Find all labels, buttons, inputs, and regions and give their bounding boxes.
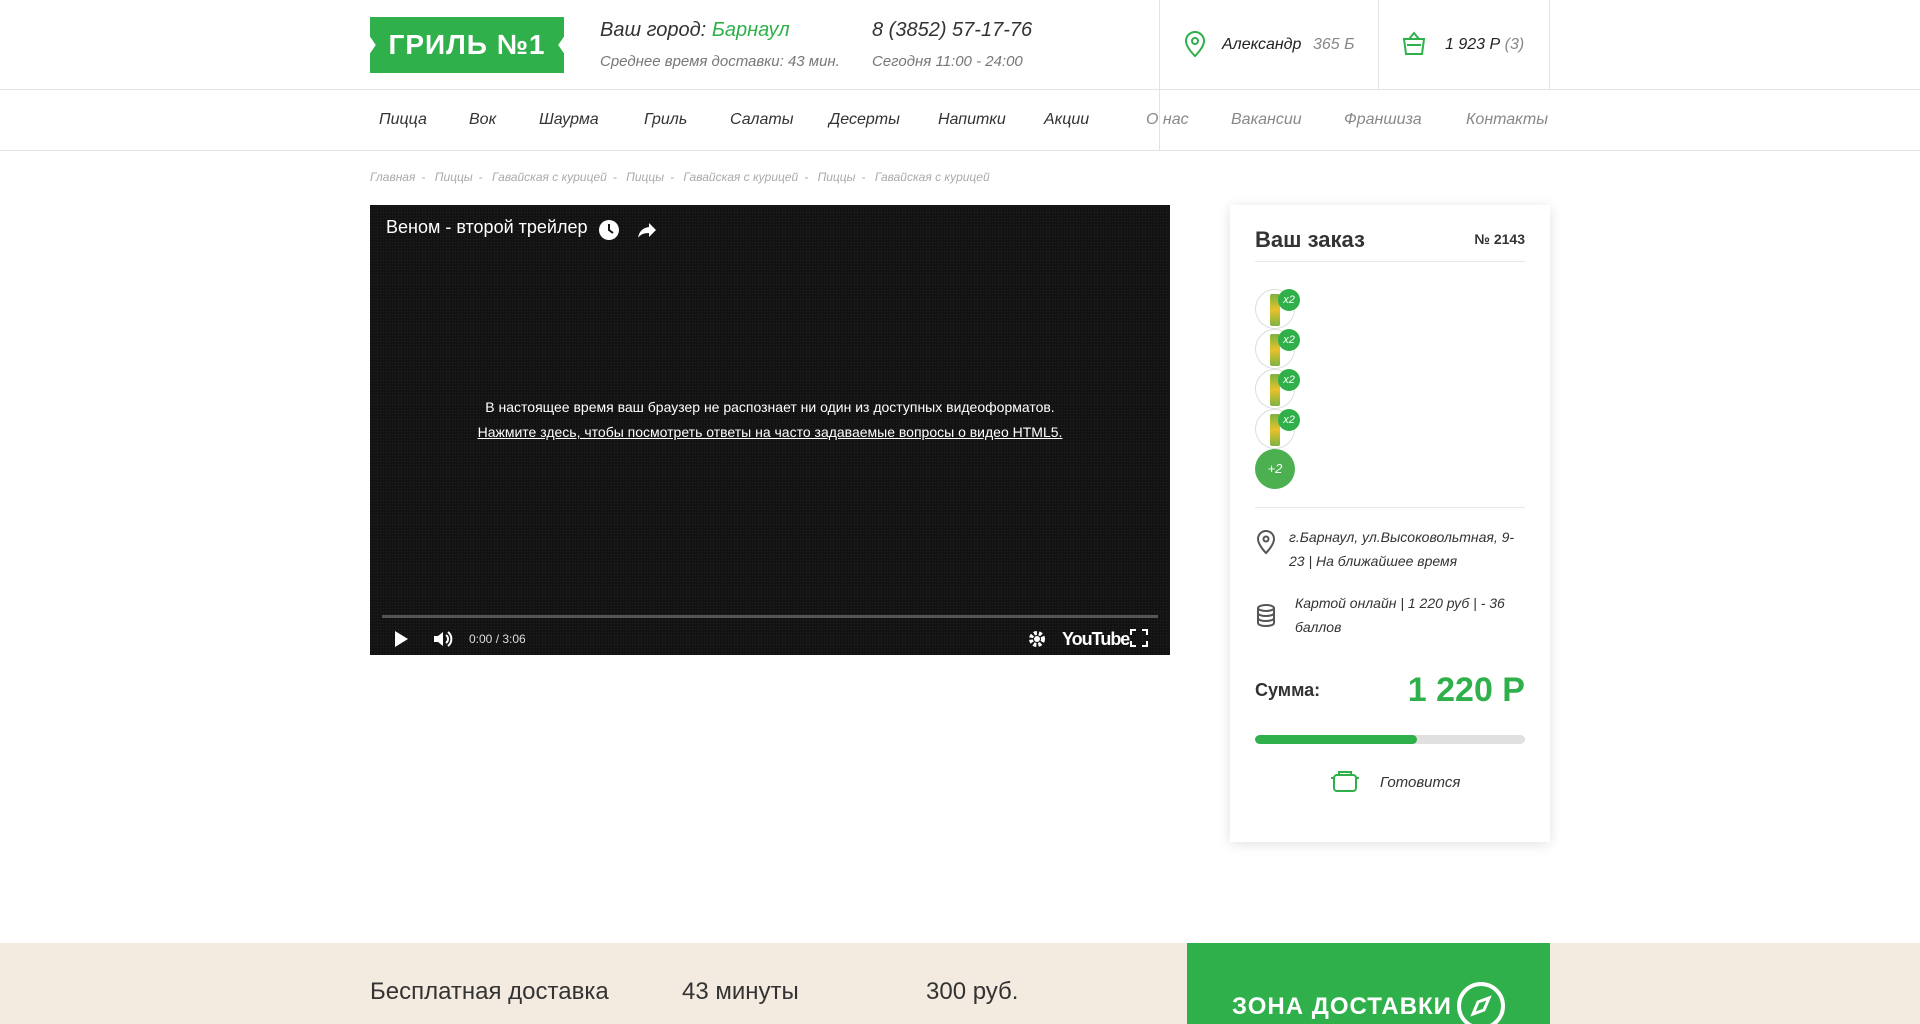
working-hours: Сегодня 11:00 - 24:00 [872, 53, 1023, 70]
logo[interactable]: ГРИЛЬ №1 [370, 17, 564, 73]
breadcrumb-item[interactable]: Гавайская с курицей [683, 170, 798, 184]
video-controls: 0:00 / 3:06 YouTube [370, 625, 1170, 655]
breadcrumb-item[interactable]: Гавайская с курицей [492, 170, 607, 184]
youtube-logo[interactable]: YouTube [1062, 629, 1130, 650]
delivery-time: Среднее время доставки: 43 мин. [600, 53, 840, 70]
sum-label: Сумма: [1255, 680, 1321, 700]
video-time: 0:00 / 3:06 [469, 632, 526, 646]
item-quantity: x2 [1278, 289, 1300, 311]
basket-icon [1402, 31, 1426, 55]
cart-count: (3) [1504, 36, 1525, 53]
nav-item-vacancies[interactable]: Вакансии [1231, 111, 1302, 129]
video-player[interactable]: Веном - второй трейлер В настоящее время… [370, 205, 1170, 655]
delivery-zone-label: ЗОНА ДОСТАВКИ [1232, 993, 1452, 1020]
location-pin-icon [1256, 529, 1276, 555]
item-quantity: x2 [1278, 409, 1300, 431]
location-pin-icon [1184, 30, 1206, 58]
min-order-title: 300 руб. [926, 978, 1019, 1005]
main-nav: Пицца Вок Шаурма Гриль Салаты Десерты На… [0, 90, 1920, 151]
video-error-message: В настоящее время ваш браузер не распозн… [470, 395, 1070, 445]
user-name: Александр [1222, 36, 1302, 53]
nav-item-grill[interactable]: Гриль [644, 111, 687, 129]
play-icon[interactable] [392, 629, 410, 649]
nav-item-desserts[interactable]: Десерты [829, 111, 900, 129]
user-points: 365 Б [1313, 36, 1355, 53]
order-item[interactable]: x2 [1255, 329, 1300, 369]
more-items-button[interactable]: +2 [1255, 449, 1295, 489]
breadcrumb-item[interactable]: Главная [370, 170, 415, 184]
cart[interactable]: 1 923 Р (3) [1378, 0, 1550, 90]
nav-item-salads[interactable]: Салаты [730, 111, 793, 129]
video-faq-link[interactable]: Нажмите здесь, чтобы посмотреть ответы н… [470, 420, 1070, 445]
city-value[interactable]: Барнаул [712, 19, 790, 41]
phone-number[interactable]: 8 (3852) 57-17-76 [872, 19, 1032, 42]
nav-item-pizza[interactable]: Пицца [379, 111, 427, 129]
nav-item-wok[interactable]: Вок [469, 111, 496, 129]
breadcrumb-item[interactable]: Пиццы [435, 170, 473, 184]
order-item[interactable]: x2 [1255, 289, 1300, 329]
order-item[interactable]: x2 [1255, 369, 1300, 409]
delivery-info-band: Бесплатная доставка 43 минуты 300 руб. З… [0, 943, 1920, 1024]
video-progress-bar[interactable] [382, 615, 1158, 618]
delivery-time-title: 43 минуты [682, 978, 799, 1005]
video-title[interactable]: Веном - второй трейлер [386, 217, 587, 238]
nav-item-contacts[interactable]: Контакты [1466, 111, 1548, 129]
site-header: ГРИЛЬ №1 Ваш город: Барнаул Среднее врем… [0, 0, 1920, 90]
item-quantity: x2 [1278, 369, 1300, 391]
breadcrumb-item[interactable]: Пиццы [626, 170, 664, 184]
order-title: Ваш заказ [1255, 227, 1365, 252]
breadcrumb-item: Гавайская с курицей [874, 170, 990, 184]
nav-item-shawarma[interactable]: Шаурма [539, 111, 599, 129]
order-card: Ваш заказ № 2143 x2 x2 x2 x2 +2 г.Барнау… [1230, 205, 1550, 842]
breadcrumb-item[interactable]: Пиццы [818, 170, 856, 184]
order-item[interactable]: x2 [1255, 409, 1300, 449]
address-text: г.Барнаул, ул.Высоковольтная, 9-23 | На … [1289, 529, 1515, 569]
settings-gear-icon[interactable] [1027, 629, 1047, 649]
city-selector[interactable]: Ваш город: Барнаул [600, 19, 790, 42]
nav-item-promo[interactable]: Акции [1044, 111, 1089, 129]
payment-text: Картой онлайн | 1 220 руб | - 36 баллов [1295, 595, 1505, 635]
nav-item-drinks[interactable]: Напитки [938, 111, 1006, 129]
cart-total-value: 1 923 Р [1445, 36, 1501, 53]
share-icon[interactable] [636, 219, 658, 241]
city-label: Ваш город: [600, 19, 707, 41]
cooking-pot-icon [1331, 771, 1359, 792]
divider [1255, 261, 1525, 262]
compass-icon [1457, 982, 1505, 1024]
divider [1255, 507, 1525, 508]
order-progress-bar [1255, 735, 1525, 744]
cart-total: 1 923 Р (3) [1445, 36, 1524, 54]
volume-icon[interactable] [432, 629, 454, 649]
nav-item-about[interactable]: О нас [1146, 111, 1189, 129]
watch-later-icon[interactable] [598, 219, 620, 241]
delivery-zone-button[interactable]: ЗОНА ДОСТАВКИ [1187, 943, 1550, 1024]
sum-value: 1 220 Р [1407, 671, 1525, 709]
order-progress-fill [1255, 735, 1417, 744]
user-account[interactable]: Александр 365 Б [1159, 0, 1378, 90]
order-number: № 2143 [1474, 231, 1525, 247]
video-error-text: В настоящее время ваш браузер не распозн… [485, 399, 1055, 415]
order-status: Готовится [1330, 767, 1460, 798]
nav-item-franchise[interactable]: Франшиза [1344, 111, 1422, 129]
breadcrumb: Главная - Пиццы - Гавайская с курицей - Пиц… [370, 170, 990, 184]
free-delivery-title: Бесплатная доставка [370, 978, 609, 1005]
fullscreen-icon[interactable] [1130, 629, 1148, 647]
item-quantity: x2 [1278, 329, 1300, 351]
status-text: Готовится [1380, 774, 1461, 791]
coins-icon [1257, 604, 1275, 628]
